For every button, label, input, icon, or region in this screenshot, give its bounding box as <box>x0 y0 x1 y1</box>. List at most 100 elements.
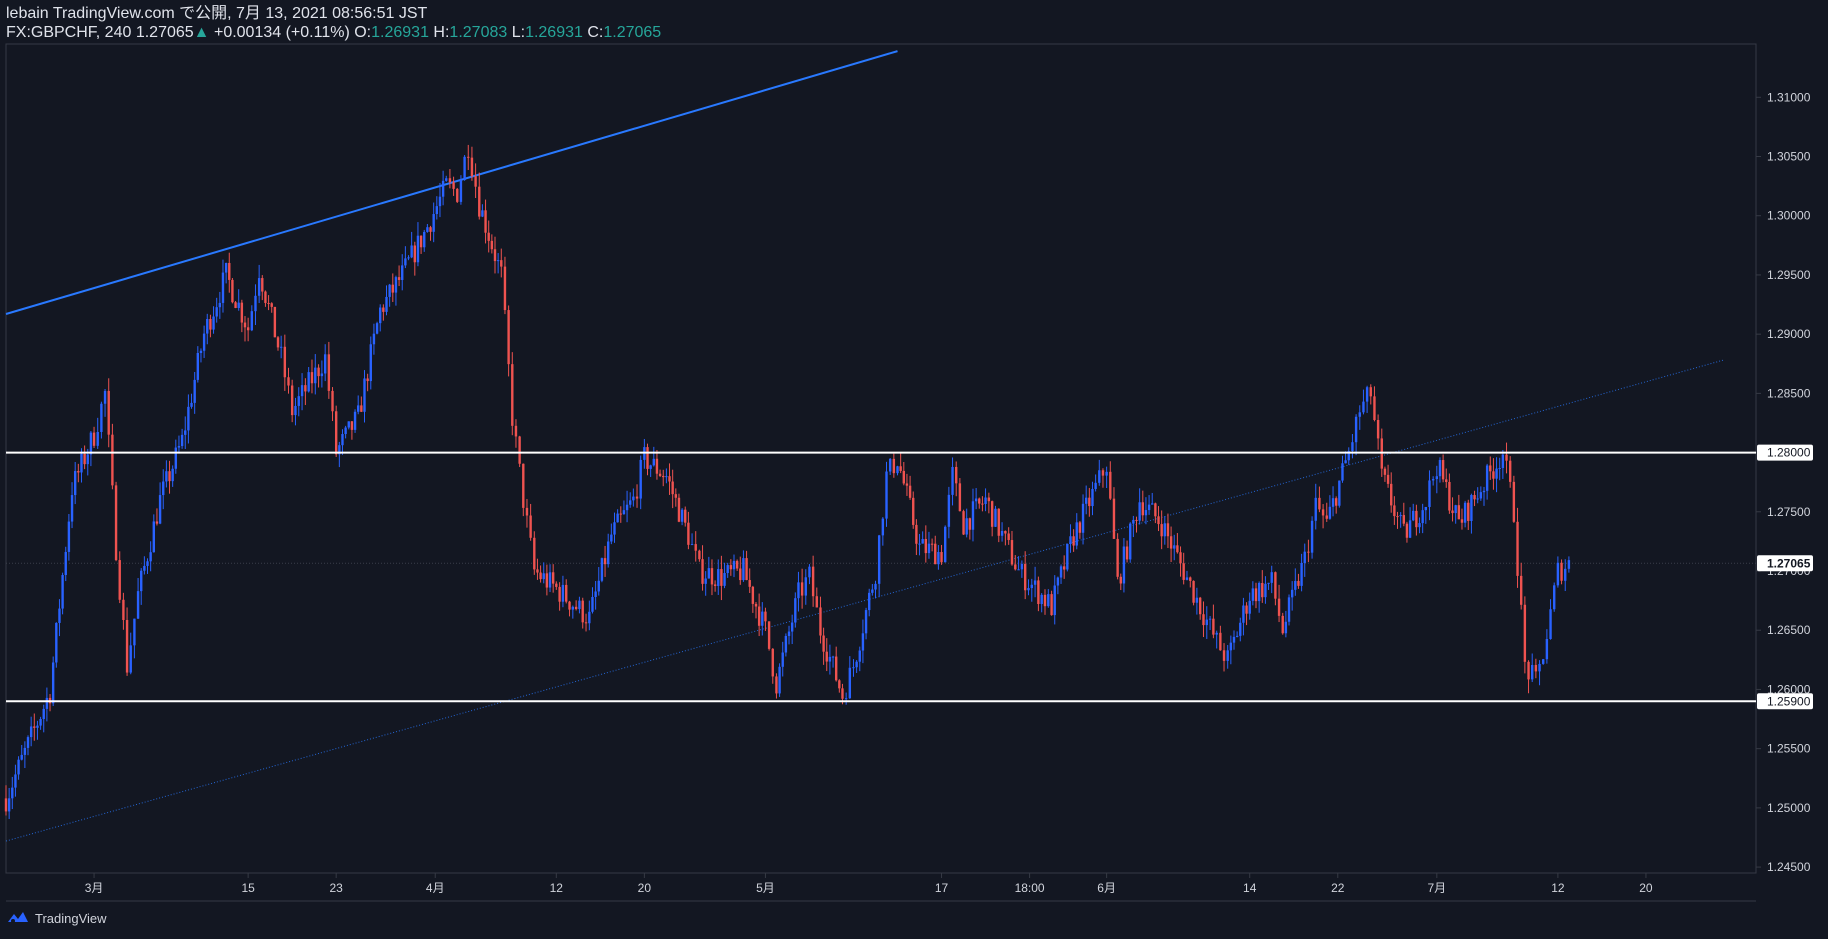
candle-body <box>864 610 868 634</box>
candle-body <box>1033 580 1037 585</box>
candle-body <box>1091 488 1094 507</box>
candle-body <box>369 344 372 382</box>
candle-body <box>320 373 324 377</box>
candle-body <box>1314 497 1317 521</box>
candle-body <box>921 538 924 544</box>
candle-body <box>347 421 350 428</box>
candle-body <box>327 354 331 391</box>
candle-body <box>761 611 764 626</box>
candle-body <box>1424 506 1428 511</box>
candle-body <box>652 458 655 466</box>
candle-body <box>122 599 125 620</box>
candle-body <box>1344 460 1347 464</box>
candle-body <box>254 295 257 312</box>
candle-body <box>70 495 74 522</box>
candle-body <box>1192 580 1195 603</box>
candle-body <box>677 497 681 522</box>
candle-body <box>1470 495 1473 521</box>
x-tick-label: 5月 <box>756 881 775 895</box>
candle-body <box>584 622 588 624</box>
candle-body <box>1069 536 1072 545</box>
candle-body <box>1418 523 1421 528</box>
x-tick-label: 17 <box>935 881 949 895</box>
candle-body <box>1489 465 1492 472</box>
candle-body <box>1287 597 1291 622</box>
candle-body <box>704 578 707 584</box>
y-tick-label: 1.30500 <box>1767 150 1811 164</box>
candle-body <box>930 543 934 545</box>
y-tick-label: 1.25500 <box>1767 742 1811 756</box>
candle-body <box>662 475 665 478</box>
x-tick-label: 22 <box>1331 881 1345 895</box>
candle-body <box>1556 562 1560 586</box>
candle-body <box>1169 536 1173 549</box>
candle-body <box>947 494 951 527</box>
candle-body <box>533 537 536 570</box>
candle-body <box>994 508 997 527</box>
candle-body <box>767 621 771 649</box>
candle-body <box>797 582 800 599</box>
candle-body <box>1072 536 1075 546</box>
candle-body <box>490 240 494 250</box>
candle-body <box>1519 575 1523 605</box>
candle-body <box>915 524 918 544</box>
candle-body <box>1331 498 1335 507</box>
candle-body <box>1294 580 1297 590</box>
candle-body <box>42 708 45 720</box>
candle-body <box>1040 594 1043 605</box>
candle-body <box>283 346 287 378</box>
candle-body <box>1267 582 1270 584</box>
candle-body <box>360 405 363 412</box>
candle-body <box>67 521 71 552</box>
candle-body <box>73 471 77 496</box>
candle-body <box>912 497 915 525</box>
tradingview-logo-icon[interactable] <box>6 910 30 927</box>
candle-body <box>1564 568 1567 581</box>
candle-body <box>45 697 49 709</box>
candle-body <box>822 635 825 652</box>
candle-body <box>1053 585 1056 616</box>
candle-body <box>1383 468 1387 475</box>
candle-body <box>1362 401 1365 413</box>
candle-body <box>578 600 581 610</box>
candle-body <box>1369 387 1372 397</box>
candle-body <box>107 390 110 435</box>
candle-body <box>341 434 344 446</box>
candle-body <box>899 466 902 471</box>
candle-body <box>1027 588 1030 591</box>
candle-body <box>735 560 739 569</box>
candle-body <box>1094 482 1097 489</box>
candle-body <box>1059 566 1063 578</box>
candle-body <box>17 759 20 775</box>
y-tick-label: 1.31000 <box>1767 90 1811 104</box>
candle-body <box>1553 585 1556 610</box>
candle-body <box>1219 632 1222 651</box>
brand-label[interactable]: TradingView <box>35 911 107 926</box>
candle-body <box>671 481 674 495</box>
candle-body <box>815 596 818 608</box>
candle-body <box>267 302 270 304</box>
candle-body <box>394 277 398 293</box>
candle-body <box>1390 483 1393 506</box>
candle-body <box>416 235 420 263</box>
x-tick-label: 15 <box>241 881 255 895</box>
candle-body <box>86 454 89 465</box>
candle-body <box>33 726 36 728</box>
candle-body <box>83 453 86 465</box>
candle-body <box>522 463 525 508</box>
candle-body <box>493 249 497 262</box>
candle-body <box>784 635 788 653</box>
candle-body <box>419 235 423 248</box>
candle-body <box>811 566 815 597</box>
candle-body <box>588 611 591 624</box>
candle-body <box>591 596 594 612</box>
candle-body <box>794 598 797 623</box>
candle-body <box>4 798 8 812</box>
candle-body <box>202 333 206 351</box>
price-chart[interactable]: 1.31000 1.30500 1.30000 1.29500 1.29000 1.285… <box>0 0 1828 939</box>
candle-body <box>1135 519 1138 521</box>
candle-body <box>600 558 604 581</box>
y-tick-label: 1.27500 <box>1767 505 1811 519</box>
candle-body <box>1277 598 1281 616</box>
candle-body <box>1396 516 1399 518</box>
